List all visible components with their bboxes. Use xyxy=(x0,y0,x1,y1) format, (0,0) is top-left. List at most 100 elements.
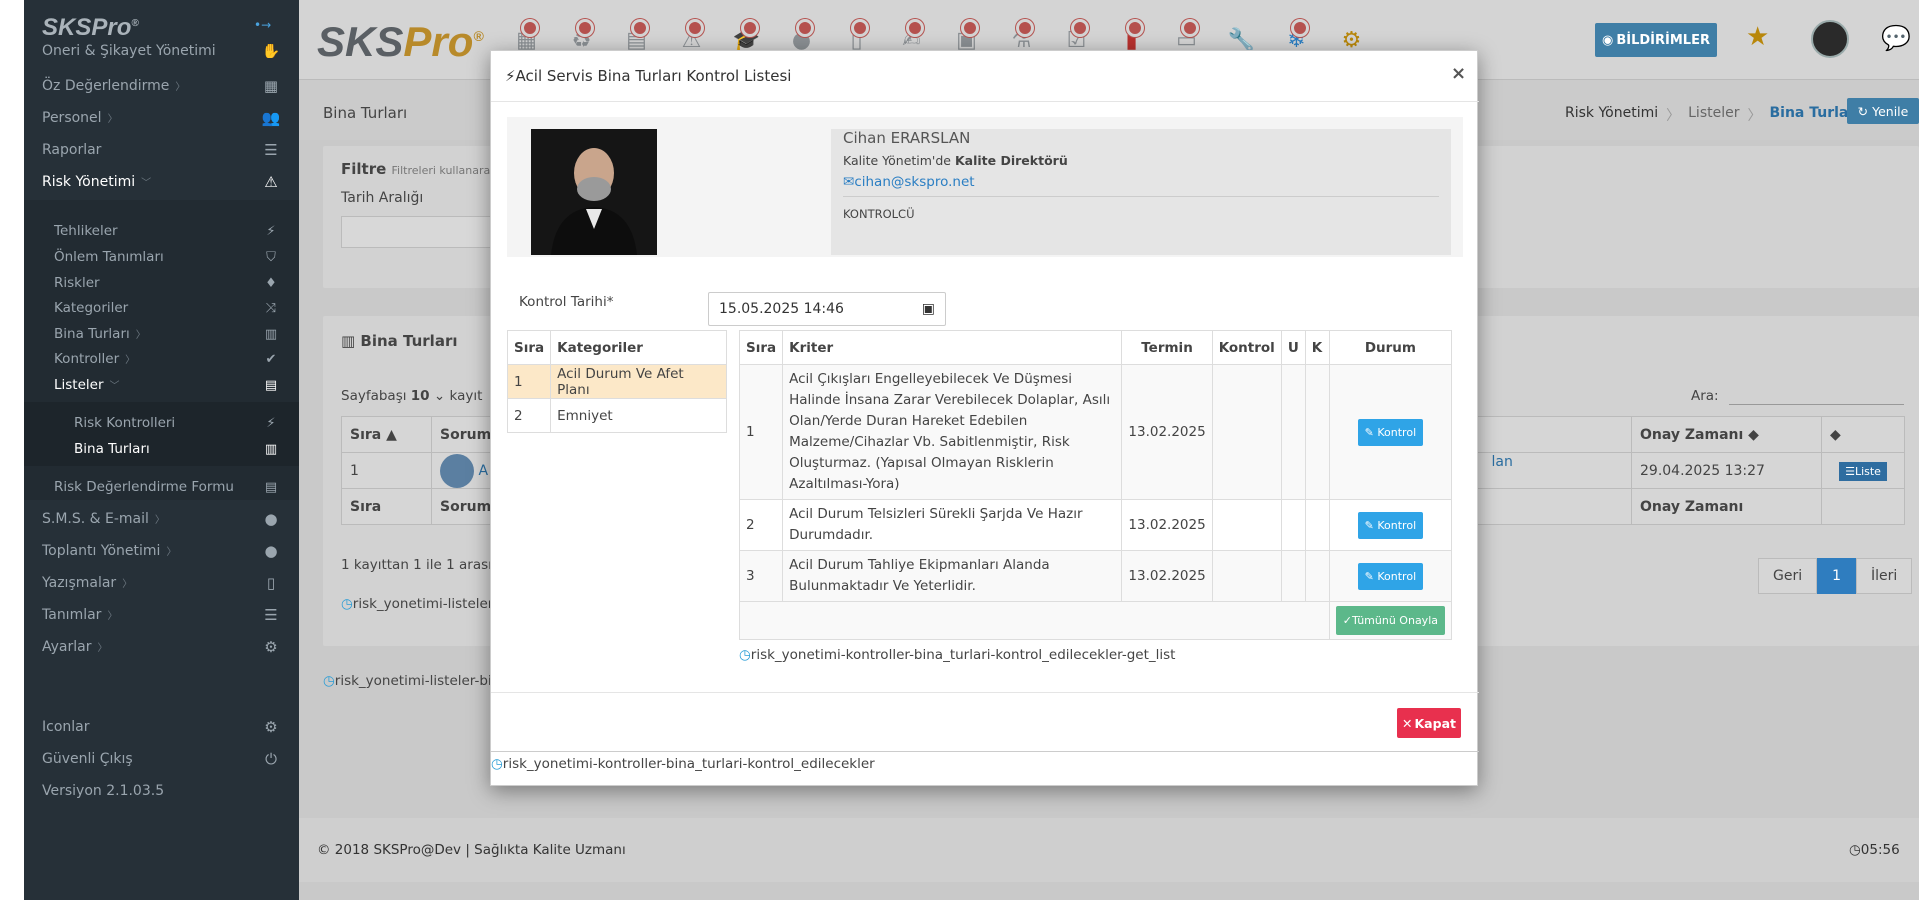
comment-icon: ● xyxy=(264,510,278,528)
close-icon[interactable]: × xyxy=(1451,63,1466,84)
sidebar-item-risk-yonetimi[interactable]: Risk Yönetimi ﹀ ⚠ xyxy=(42,171,282,193)
close-button[interactable]: ✕ Kapat xyxy=(1397,708,1461,738)
avatar[interactable] xyxy=(1811,20,1849,58)
topbar-logo[interactable]: SKSPro® xyxy=(317,18,484,66)
category-row[interactable]: 2 Emniyet xyxy=(506,398,727,433)
sidebar-item-yazismalar[interactable]: Yazışmalar 〉 ▯ xyxy=(42,572,282,594)
liste-button[interactable]: ☰Liste xyxy=(1839,461,1887,481)
source-link[interactable]: ◷risk_yonetimi-kontroller-bina_turlari-k… xyxy=(491,756,875,772)
kontrol-button[interactable]: ✎ Kontrol xyxy=(1357,511,1424,539)
col-sira[interactable]: Sıra ▲ xyxy=(341,416,432,453)
control-date-input[interactable]: 15.05.2025 14:46 ▣ xyxy=(708,292,946,326)
sidebar-item-logout[interactable]: Güvenli Çıkış ⏻ xyxy=(42,748,282,770)
criteria-sira: 1 xyxy=(738,364,784,500)
criteria-u xyxy=(1280,499,1306,551)
sidebar-item-label: Kontroller xyxy=(54,351,120,367)
category-name: Emniyet xyxy=(550,398,727,433)
criteria-table: Sıra Kriter Termin Kontrol U K Durum 1 A… xyxy=(738,330,1453,640)
sidebar-sub-risk-kontrolleri[interactable]: Risk Kontrolleri ⚡ xyxy=(74,413,282,433)
sidebar-item-label: Kategoriler xyxy=(54,300,129,316)
sorumlu-link-partial[interactable]: lan xyxy=(1492,454,1513,470)
chevron-right-icon: 〉 xyxy=(166,547,177,558)
approve-all-button[interactable]: ✓Tümünü Onayla xyxy=(1335,606,1445,635)
shield-icon: ⛉ xyxy=(266,249,276,265)
sidebar-item-raporlar[interactable]: Raporlar ☰ xyxy=(42,139,282,161)
bolt-icon: ⚡ xyxy=(505,67,516,85)
source-link-2[interactable]: ◷risk_yonetimi-listeler-bi xyxy=(323,673,492,689)
sidebar-sub-kontroller[interactable]: Kontroller 〉 ✔ xyxy=(54,349,282,369)
whatsapp-icon: ◷ xyxy=(491,756,503,772)
source-link[interactable]: ◷risk_yonetimi-listeler xyxy=(341,596,493,612)
users-icon: 👥 xyxy=(261,109,281,127)
breadcrumb-item[interactable]: Risk Yönetimi xyxy=(1565,105,1658,125)
chevron-right-icon: 〉 xyxy=(175,82,186,93)
sidebar-sub-onlem[interactable]: Önlem Tanımları ⛉ xyxy=(54,247,282,267)
criteria-header: Sıra Kriter Termin Kontrol U K Durum xyxy=(738,330,1453,365)
sidebar-logo[interactable]: SKSPro® xyxy=(42,14,139,42)
divider xyxy=(491,692,1479,693)
edit-icon: ✎ xyxy=(1364,569,1374,583)
comments-icon: ● xyxy=(264,542,278,560)
sidebar-sub-risk-form[interactable]: Risk Değerlendirme Formu ▤ xyxy=(54,477,282,497)
sidebar-item-oneri[interactable]: Öneri & Şikayet Yönetimi ✋ xyxy=(42,44,282,58)
sidebar-sub-kategoriler[interactable]: Kategoriler ⤨ xyxy=(54,298,282,318)
cell-onay-zamani: 29.04.2025 13:27 xyxy=(1631,452,1822,489)
building-icon: ▥ xyxy=(264,441,278,457)
sidebar-item-tanimlar[interactable]: Tanımlar 〉 ☰ xyxy=(42,604,282,626)
sidebar-item-personel[interactable]: Personel 〉 👥 xyxy=(42,107,282,129)
sidebar-item-sms[interactable]: S.M.S. & E-mail 〉 ● xyxy=(42,508,282,530)
chat-icon[interactable]: 💬 xyxy=(1881,24,1911,52)
pager-current[interactable]: 1 xyxy=(1817,558,1857,594)
filter-title: Filtre Filtreleri kullanarak a xyxy=(341,160,507,178)
table-info: 1 kayıttan 1 ile 1 arası gö xyxy=(341,557,514,573)
calendar-icon[interactable]: ▣ xyxy=(922,301,935,317)
sidebar-item-label: Tanımlar xyxy=(42,607,102,623)
criteria-durum: ✎ Kontrol xyxy=(1328,550,1453,602)
chevron-right-icon: 〉 xyxy=(154,515,165,526)
profile-tag: KONTROLCÜ xyxy=(843,207,915,221)
close-icon: ✕ xyxy=(1402,715,1413,731)
notifications-button[interactable]: ◉ BİLDİRİMLER xyxy=(1595,23,1717,57)
col-onay[interactable]: Onay Zamanı ◆ xyxy=(1631,416,1822,453)
sidebar-sub-tehlikeler[interactable]: Tehlikeler ⚡ xyxy=(54,221,282,241)
star-icon[interactable]: ★ xyxy=(1746,22,1769,52)
category-row[interactable]: 1 Acil Durum Ve Afet Planı xyxy=(506,364,727,399)
fire-icon: ♦ xyxy=(265,275,277,291)
criteria-k xyxy=(1304,364,1330,500)
sorumlu-link[interactable]: A xyxy=(478,463,488,479)
sidebar-item-iconlar[interactable]: Iconlar ⚙ xyxy=(42,716,282,738)
kontrol-button[interactable]: ✎ Kontrol xyxy=(1357,562,1424,590)
hands-icon: ✋ xyxy=(261,44,281,58)
calendar-check-icon: ▦ xyxy=(263,77,279,95)
whatsapp-icon: ◷ xyxy=(323,673,335,689)
pager-prev[interactable]: Geri xyxy=(1758,558,1818,594)
sidebar-item-oz-degerlendirme[interactable]: Öz Değerlendirme 〉 ▦ xyxy=(42,75,282,97)
sidebar-item-ayarlar[interactable]: Ayarlar 〉 ⚙ xyxy=(42,636,282,658)
cell-actions: ☰Liste xyxy=(1821,452,1905,489)
building-icon: ▥ xyxy=(264,326,278,342)
profile-email[interactable]: ✉cihan@skspro.net xyxy=(843,174,1439,190)
col-actions[interactable]: ◆ xyxy=(1821,416,1905,453)
breadcrumb-item[interactable]: Listeler xyxy=(1688,105,1739,125)
sidebar-item-toplanti[interactable]: Toplantı Yönetimi 〉 ● xyxy=(42,540,282,562)
refresh-button[interactable]: ↻ Yenile xyxy=(1847,98,1919,124)
sidebar-item-label: Toplantı Yönetimi xyxy=(42,543,161,559)
sidebar-sub-riskler[interactable]: Riskler ♦ xyxy=(54,273,282,293)
sidebar-sub-bina-turlari-list[interactable]: Bina Turları ▥ xyxy=(74,439,282,459)
kontrol-button[interactable]: ✎ Kontrol xyxy=(1357,418,1424,446)
sidebar-item-label: Risk Yönetimi xyxy=(42,174,136,190)
shuffle-icon: ⤨ xyxy=(265,300,277,316)
pager-next[interactable]: İleri xyxy=(1856,558,1913,594)
modal-title: ⚡Acil Servis Bina Turları Kontrol Listes… xyxy=(505,67,792,85)
profile-info: Cihan ERARSLAN Kalite Yönetim'de Kalite … xyxy=(831,129,1451,255)
criteria-row: 3 Acil Durum Tahliye Ekipmanları Alanda … xyxy=(738,550,1453,602)
sidebar-toggle-icon[interactable]: •→ xyxy=(254,18,271,32)
criteria-u xyxy=(1280,364,1306,500)
sidebar-item-label: Bina Turları xyxy=(54,326,130,342)
whatsapp-icon: ◷ xyxy=(739,647,751,663)
page-size-control[interactable]: Sayfabaşı 10 ⌄ kayıt xyxy=(341,388,482,404)
source-link[interactable]: ◷risk_yonetimi-kontroller-bina_turlari-k… xyxy=(739,647,1175,663)
sidebar-sub-listeler[interactable]: Listeler ﹀ ▤ xyxy=(54,375,282,395)
search-input[interactable] xyxy=(1729,404,1904,405)
sidebar-sub-bina-turlari[interactable]: Bina Turları 〉 ▥ xyxy=(54,324,282,344)
